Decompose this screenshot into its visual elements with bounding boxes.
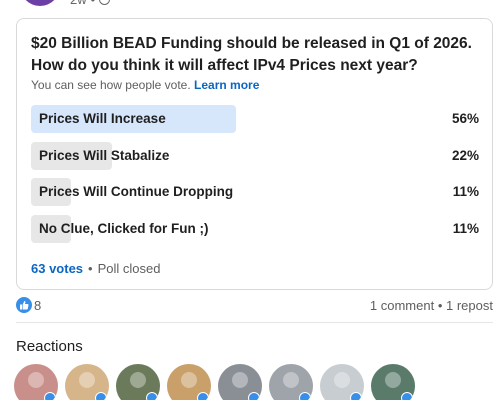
poll-option-percent: 22% (451, 148, 479, 163)
poll-note-text: You can see how people vote. (31, 78, 191, 92)
poll-option-label: No Clue, Clicked for Fun ;) (39, 221, 209, 236)
avatar-silhouette (385, 372, 401, 388)
globe-icon (99, 0, 111, 5)
meta-separator: • (91, 0, 96, 7)
avatar-silhouette (28, 372, 44, 388)
comment-repost-counts: 1 comment • 1 repost (370, 298, 493, 313)
poll-question: $20 Billion BEAD Funding should be relea… (31, 35, 472, 74)
avatar-silhouette (79, 372, 95, 388)
avatar-silhouette (334, 372, 350, 388)
like-icon (146, 392, 158, 400)
poll-option-percent: 11% (452, 221, 479, 236)
avatar-silhouette (283, 372, 299, 388)
poll-option-2[interactable]: Prices Will Stabalize 22% (31, 142, 479, 170)
comment-count-link[interactable]: 1 comment (370, 298, 434, 313)
vote-count-link[interactable]: 63 votes (31, 261, 83, 276)
post-time: 2w (70, 0, 87, 7)
poll-option-percent: 11% (452, 184, 479, 199)
like-count[interactable]: 8 (34, 298, 41, 313)
repost-count-link[interactable]: 1 repost (446, 298, 493, 313)
poll-option-label: Prices Will Increase (39, 111, 166, 126)
avatar-silhouette (181, 372, 197, 388)
poll-visibility-note: You can see how people vote. Learn more (31, 78, 259, 92)
learn-more-link[interactable]: Learn more (194, 78, 259, 92)
reactor-avatar-5[interactable] (218, 364, 262, 400)
like-icon (401, 392, 413, 400)
like-icon (44, 392, 56, 400)
reactor-avatar-4[interactable] (167, 364, 211, 400)
reactions-heading: Reactions (16, 338, 83, 355)
poll-card: $20 Billion BEAD Funding should be relea… (16, 18, 493, 290)
footer-separator: • (88, 261, 93, 276)
avatar-silhouette (232, 372, 248, 388)
reactor-avatar-6[interactable] (269, 364, 313, 400)
like-icon (248, 392, 260, 400)
like-icon (95, 392, 107, 400)
like-icon[interactable] (16, 297, 32, 313)
section-divider (16, 322, 493, 323)
poll-option-3[interactable]: Prices Will Continue Dropping 11% (31, 178, 479, 206)
social-counts: 8 1 comment • 1 repost (16, 296, 493, 316)
poll-option-percent: 56% (451, 111, 479, 126)
poll-status: Poll closed (97, 261, 161, 276)
reactor-avatar-1[interactable] (14, 364, 58, 400)
reactor-avatar-2[interactable] (65, 364, 109, 400)
reactor-avatar-3[interactable] (116, 364, 160, 400)
reactor-avatar-7[interactable] (320, 364, 364, 400)
author-avatar[interactable] (20, 0, 60, 6)
social-separator: • (437, 298, 443, 313)
post-meta: 2w • (70, 0, 111, 7)
like-icon (197, 392, 209, 400)
post-header-strip: 2w • (0, 0, 495, 8)
reactor-avatar-list (14, 362, 495, 400)
poll-option-label: Prices Will Stabalize (39, 148, 170, 163)
poll-option-label: Prices Will Continue Dropping (39, 184, 234, 199)
like-icon (350, 392, 362, 400)
avatar-silhouette (130, 372, 146, 388)
poll-option-4[interactable]: No Clue, Clicked for Fun ;) 11% (31, 215, 479, 243)
poll-option-1[interactable]: Prices Will Increase 56% (31, 105, 479, 133)
poll-footer: 63 votes • Poll closed (31, 261, 160, 276)
reactor-avatar-8[interactable] (371, 364, 415, 400)
like-icon (299, 392, 311, 400)
